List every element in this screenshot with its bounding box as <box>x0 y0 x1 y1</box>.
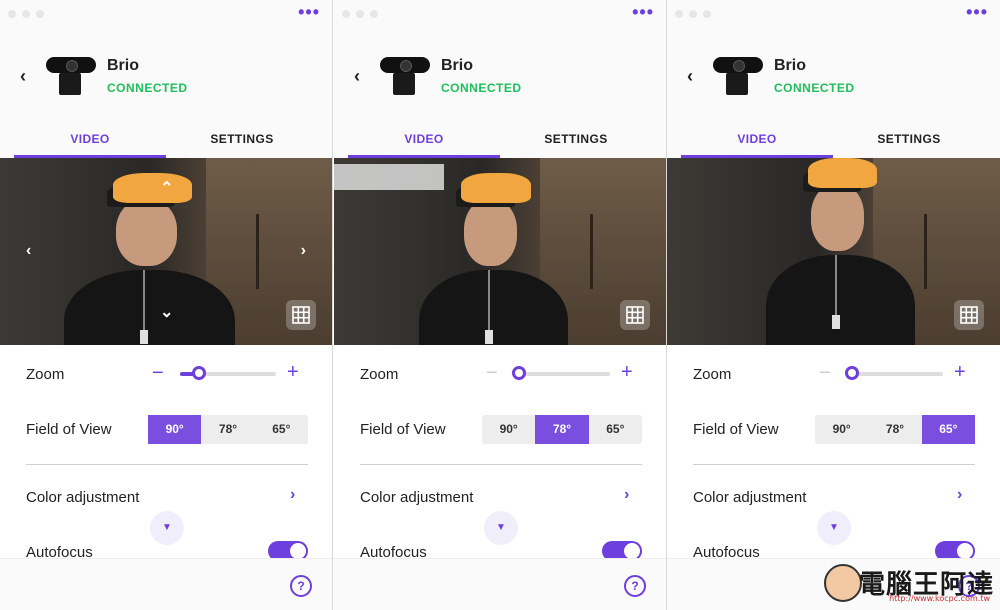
grid-overlay-icon[interactable] <box>286 300 316 330</box>
field-of-view-selector: 90° 78° 65° <box>482 415 642 444</box>
window-controls[interactable] <box>675 10 711 18</box>
device-name: Brio <box>107 57 139 74</box>
chevron-right-icon[interactable]: › <box>290 486 295 504</box>
zoom-in-button[interactable]: + <box>287 362 299 382</box>
camera-preview <box>334 158 666 345</box>
expand-down-icon[interactable]: ▼ <box>484 511 518 545</box>
tab-settings[interactable]: SETTINGS <box>166 122 318 158</box>
tab-bar: VIDEO SETTINGS <box>681 122 985 158</box>
more-options-icon[interactable]: ••• <box>966 3 988 21</box>
expand-down-icon[interactable]: ▼ <box>150 511 184 545</box>
field-of-view-selector: 90° 78° 65° <box>815 415 975 444</box>
grid-overlay-icon[interactable] <box>954 300 984 330</box>
device-name: Brio <box>774 57 806 74</box>
zoom-slider-handle[interactable] <box>192 366 207 380</box>
tab-bar: VIDEO SETTINGS <box>348 122 652 158</box>
webcam-device-icon <box>46 57 98 97</box>
header: ••• ‹ Brio CONNECTED VIDEO SETTINGS <box>334 0 666 158</box>
divider <box>360 464 642 465</box>
tab-video[interactable]: VIDEO <box>348 122 500 158</box>
tab-video[interactable]: VIDEO <box>14 122 166 158</box>
app-panel-2: ••• ‹ Brio CONNECTED VIDEO SETTINGS Zoom… <box>334 0 667 610</box>
pan-left-icon[interactable]: ‹ <box>26 242 31 260</box>
color-adjustment-label[interactable]: Color adjustment <box>360 489 473 506</box>
help-icon[interactable]: ? <box>290 575 312 597</box>
field-of-view-label: Field of View <box>693 421 779 438</box>
field-of-view-selector: 90° 78° 65° <box>148 415 308 444</box>
tab-settings[interactable]: SETTINGS <box>500 122 652 158</box>
webcam-device-icon <box>713 57 765 97</box>
footer: ? <box>0 558 332 610</box>
connection-status: CONNECTED <box>774 81 855 95</box>
zoom-out-button[interactable]: − <box>819 363 831 383</box>
zoom-in-button[interactable]: + <box>621 362 633 382</box>
pan-down-icon[interactable]: ⌄ <box>160 302 173 322</box>
fov-option-78[interactable]: 78° <box>201 415 254 444</box>
color-adjustment-label[interactable]: Color adjustment <box>693 489 806 506</box>
watermark-logo: 電腦王阿達 http://www.kocpc.com.tw <box>824 562 994 606</box>
field-of-view-label: Field of View <box>360 421 446 438</box>
tab-settings[interactable]: SETTINGS <box>833 122 985 158</box>
zoom-label: Zoom <box>360 366 399 383</box>
more-options-icon[interactable]: ••• <box>298 3 320 21</box>
fov-option-90[interactable]: 90° <box>148 415 202 444</box>
connection-status: CONNECTED <box>441 81 522 95</box>
header: ••• ‹ Brio CONNECTED VIDEO SETTINGS <box>0 0 332 158</box>
fov-option-65[interactable]: 65° <box>921 415 975 444</box>
connection-status: CONNECTED <box>107 81 188 95</box>
color-adjustment-label[interactable]: Color adjustment <box>26 489 139 506</box>
zoom-in-button[interactable]: + <box>954 362 966 382</box>
fov-option-78[interactable]: 78° <box>868 415 921 444</box>
fov-option-65[interactable]: 65° <box>255 415 308 444</box>
fov-option-65[interactable]: 65° <box>589 415 642 444</box>
divider <box>693 464 975 465</box>
back-arrow-icon[interactable]: ‹ <box>354 66 360 87</box>
more-options-icon[interactable]: ••• <box>632 3 654 21</box>
watermark-url: http://www.kocpc.com.tw <box>889 594 990 603</box>
zoom-slider-track[interactable] <box>847 372 943 376</box>
camera-preview <box>667 158 1000 345</box>
tab-video[interactable]: VIDEO <box>681 122 833 158</box>
back-arrow-icon[interactable]: ‹ <box>687 66 693 87</box>
fov-option-90[interactable]: 90° <box>815 415 868 444</box>
webcam-device-icon <box>380 57 432 97</box>
expand-down-icon[interactable]: ▼ <box>817 511 851 545</box>
device-name: Brio <box>441 57 473 74</box>
fov-option-90[interactable]: 90° <box>482 415 535 444</box>
field-of-view-label: Field of View <box>26 421 112 438</box>
zoom-slider-track[interactable] <box>514 372 610 376</box>
zoom-label: Zoom <box>26 366 65 383</box>
pan-up-icon[interactable]: ⌃ <box>160 178 173 198</box>
camera-preview: ‹ › ⌃ ⌄ <box>0 158 332 345</box>
chevron-right-icon[interactable]: › <box>624 486 629 504</box>
pan-right-icon[interactable]: › <box>301 242 306 260</box>
screenshot-collage: ••• ‹ Brio CONNECTED VIDEO SETTINGS ‹ › … <box>0 0 1000 610</box>
app-panel-3: ••• ‹ Brio CONNECTED VIDEO SETTINGS Zoom… <box>667 0 1000 610</box>
window-controls[interactable] <box>342 10 378 18</box>
divider <box>26 464 308 465</box>
window-controls[interactable] <box>8 10 44 18</box>
chevron-right-icon[interactable]: › <box>957 486 962 504</box>
zoom-out-button[interactable]: − <box>152 363 164 383</box>
zoom-out-button[interactable]: − <box>486 363 498 383</box>
zoom-label: Zoom <box>693 366 732 383</box>
grid-overlay-icon[interactable] <box>620 300 650 330</box>
header: ••• ‹ Brio CONNECTED VIDEO SETTINGS <box>667 0 1000 158</box>
zoom-slider-handle[interactable] <box>845 366 859 380</box>
app-panel-1: ••• ‹ Brio CONNECTED VIDEO SETTINGS ‹ › … <box>0 0 333 610</box>
fov-option-78[interactable]: 78° <box>535 415 589 444</box>
help-icon[interactable]: ? <box>624 575 646 597</box>
tab-bar: VIDEO SETTINGS <box>14 122 318 158</box>
mascot-icon <box>824 564 862 602</box>
zoom-slider-handle[interactable] <box>512 366 526 380</box>
footer: ? <box>334 558 666 610</box>
back-arrow-icon[interactable]: ‹ <box>20 66 26 87</box>
